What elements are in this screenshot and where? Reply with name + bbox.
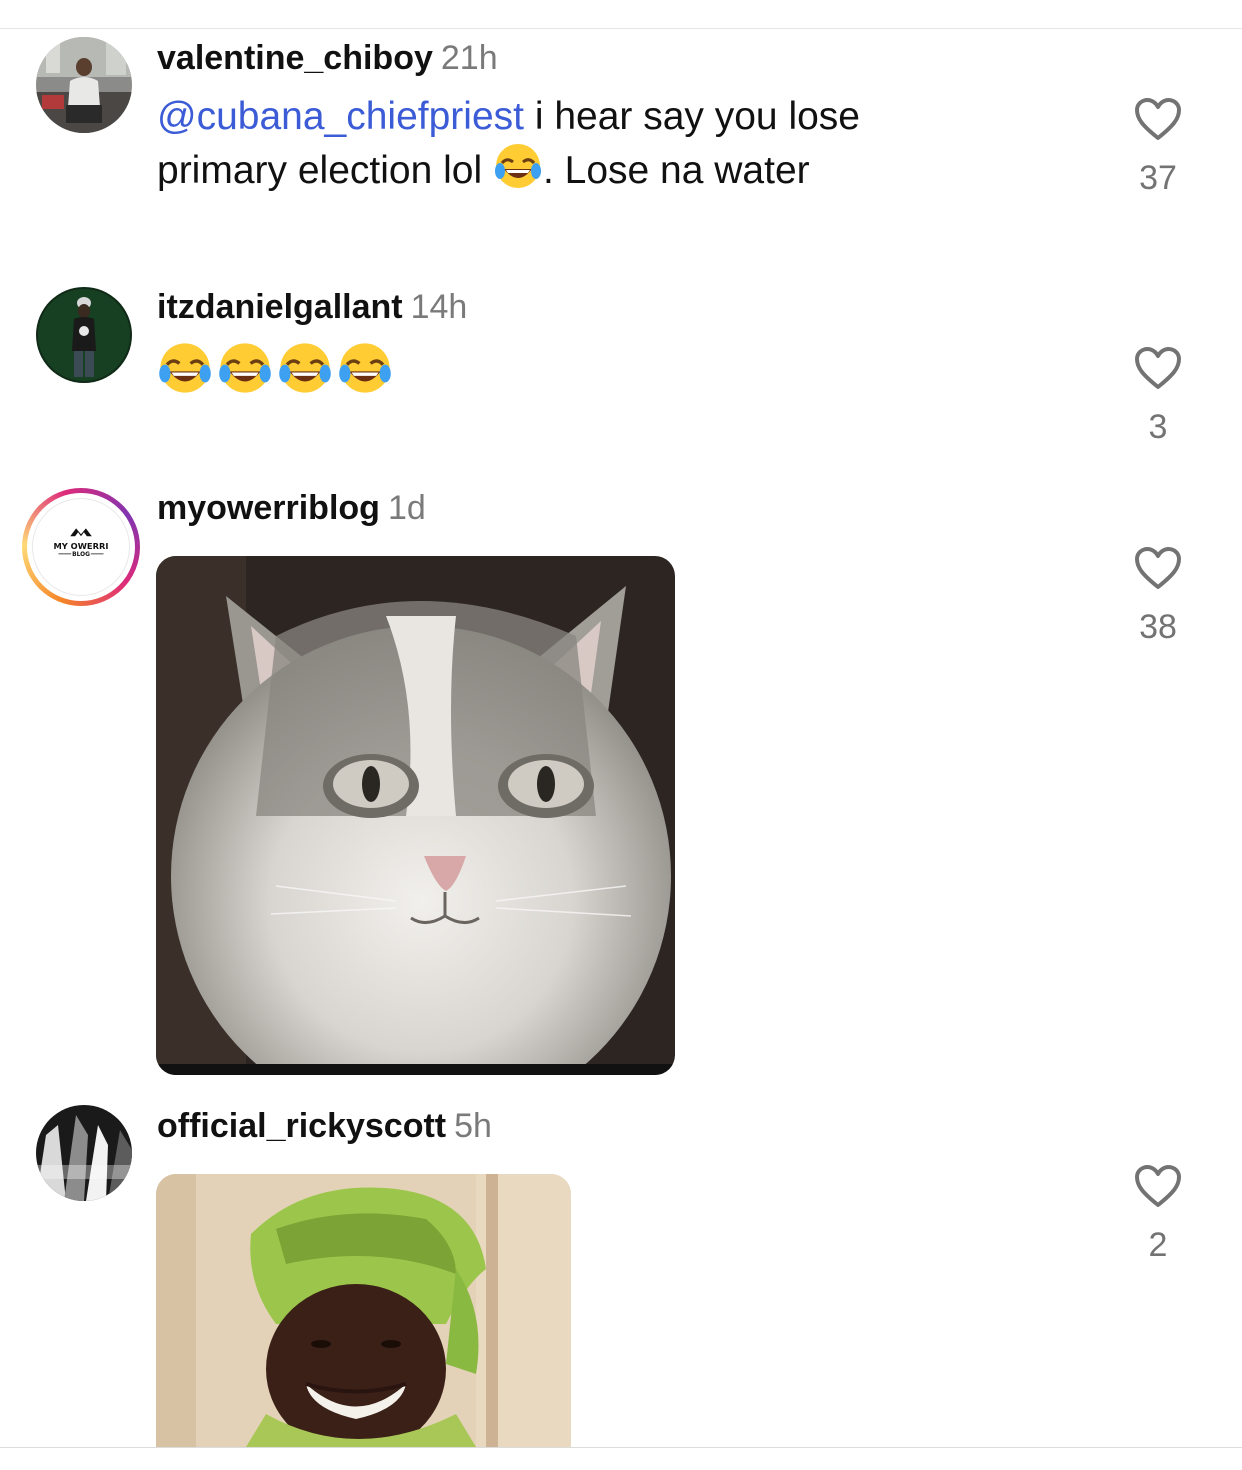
like-button[interactable]: 3: [1110, 345, 1206, 447]
avatar[interactable]: [36, 1105, 132, 1201]
timestamp: 5h: [454, 1107, 492, 1145]
comment-meta: myowerriblog 1d: [157, 488, 426, 528]
heart-outline-icon: [1135, 547, 1181, 589]
heart-outline-icon: [1135, 347, 1181, 389]
like-count: 37: [1139, 159, 1177, 197]
woman-headwrap-gif-image[interactable]: [156, 1174, 571, 1447]
avatar: MY OWERRI BLOG: [27, 493, 135, 601]
timestamp: 21h: [440, 39, 498, 77]
logo-subtitle: BLOG: [72, 552, 90, 558]
heart-outline-icon: [1135, 98, 1181, 140]
story-ring-avatar[interactable]: MY OWERRI BLOG: [22, 488, 140, 606]
timestamp: 14h: [410, 288, 468, 326]
avatar[interactable]: [36, 287, 132, 383]
laugh-emoji-icon: [493, 141, 543, 191]
laugh-emoji-icon: [277, 340, 333, 396]
comment-meta: official_rickyscott 5h: [157, 1106, 492, 1146]
comment-text: [157, 340, 1037, 400]
username[interactable]: valentine_chiboy: [157, 39, 433, 77]
bottom-divider: [0, 1447, 1242, 1448]
like-count: 3: [1148, 408, 1168, 446]
username[interactable]: myowerriblog: [157, 489, 380, 527]
avatar[interactable]: [36, 37, 132, 133]
comment-meta: itzdanielgallant 14h: [157, 287, 467, 327]
heart-outline-icon: [1135, 1165, 1181, 1207]
comment-text-part: primary election lol: [157, 149, 493, 192]
comment-text: @cubana_chiefpriest i hear say you lose …: [157, 92, 1037, 195]
blog-logo: MY OWERRI BLOG: [32, 498, 130, 596]
like-count: 38: [1139, 608, 1177, 646]
comment-meta: valentine_chiboy 21h: [157, 38, 498, 78]
logo-title: MY OWERRI: [54, 541, 109, 551]
laugh-emoji-icon: [157, 340, 213, 396]
mention-link[interactable]: @cubana_chiefpriest: [157, 95, 524, 138]
like-button[interactable]: 37: [1110, 96, 1206, 198]
like-button[interactable]: 38: [1110, 545, 1206, 647]
timestamp: 1d: [387, 489, 426, 527]
laugh-emoji-icon: [217, 340, 273, 396]
comment-text-part: i hear say you lose: [523, 95, 860, 138]
top-divider: [0, 28, 1242, 29]
laugh-emoji-icon: [337, 340, 393, 396]
cat-gif-image[interactable]: [156, 556, 675, 1075]
username[interactable]: itzdanielgallant: [157, 288, 403, 326]
like-button[interactable]: 2: [1110, 1163, 1206, 1265]
username[interactable]: official_rickyscott: [157, 1107, 446, 1145]
comment-text-part: . Lose na water: [542, 149, 810, 192]
like-count: 2: [1148, 1226, 1168, 1264]
